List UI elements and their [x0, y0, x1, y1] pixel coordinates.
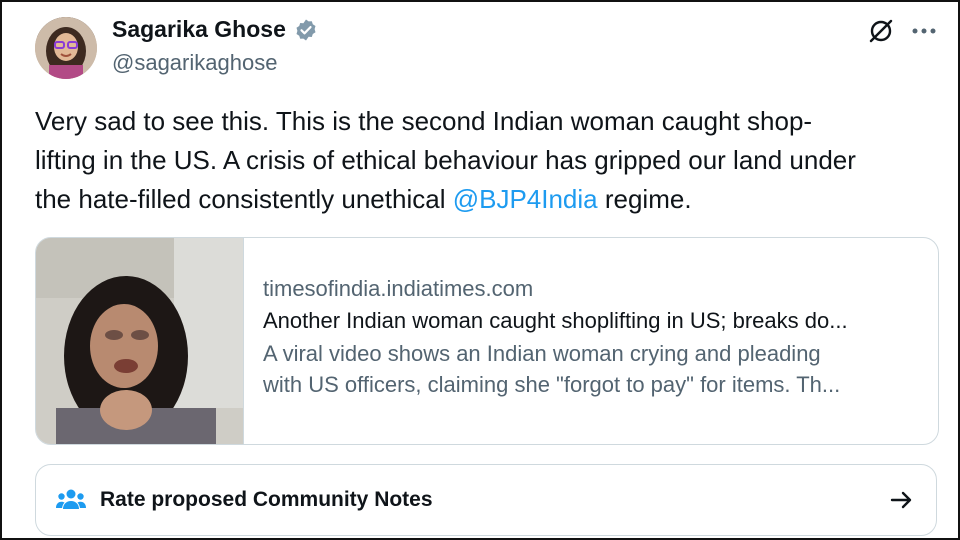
card-description-line: A viral video shows an Indian woman cryi…	[263, 341, 821, 366]
arrow-right-icon	[890, 490, 914, 510]
author-name[interactable]: Sagarika Ghose	[112, 16, 286, 43]
grok-icon[interactable]	[868, 18, 894, 44]
author-handle[interactable]: @sagarikaghose	[112, 50, 277, 76]
people-icon	[56, 488, 86, 512]
avatar-image	[35, 17, 97, 79]
tweet-frame: Sagarika Ghose @sagarikaghose Very sad t…	[0, 0, 960, 540]
link-card[interactable]: timesofindia.indiatimes.com Another Indi…	[35, 237, 939, 445]
tweet-line: lifting in the US. A crisis of ethical b…	[35, 145, 856, 175]
card-description: A viral video shows an Indian woman cryi…	[263, 338, 923, 400]
community-notes-label: Rate proposed Community Notes	[100, 488, 433, 511]
tweet-line-text: the hate-filled consistently unethical	[35, 184, 453, 214]
card-domain: timesofindia.indiatimes.com	[263, 276, 534, 301]
avatar[interactable]	[35, 17, 97, 79]
more-icon[interactable]	[912, 27, 936, 35]
tweet-line-text: regime.	[597, 184, 692, 214]
tweet-line: the hate-filled consistently unethical @…	[35, 180, 935, 219]
card-title[interactable]: Another Indian woman caught shoplifting …	[263, 306, 923, 336]
tweet-text: Very sad to see this. This is the second…	[35, 102, 935, 219]
tweet-line: Very sad to see this. This is the second…	[35, 106, 813, 136]
card-description-line: with US officers, claiming she "forgot t…	[263, 372, 841, 397]
mention-link[interactable]: @BJP4India	[453, 184, 598, 214]
card-thumbnail[interactable]	[36, 238, 244, 444]
rate-community-notes-button[interactable]: Rate proposed Community Notes	[35, 464, 937, 536]
verified-badge-icon	[294, 18, 318, 42]
